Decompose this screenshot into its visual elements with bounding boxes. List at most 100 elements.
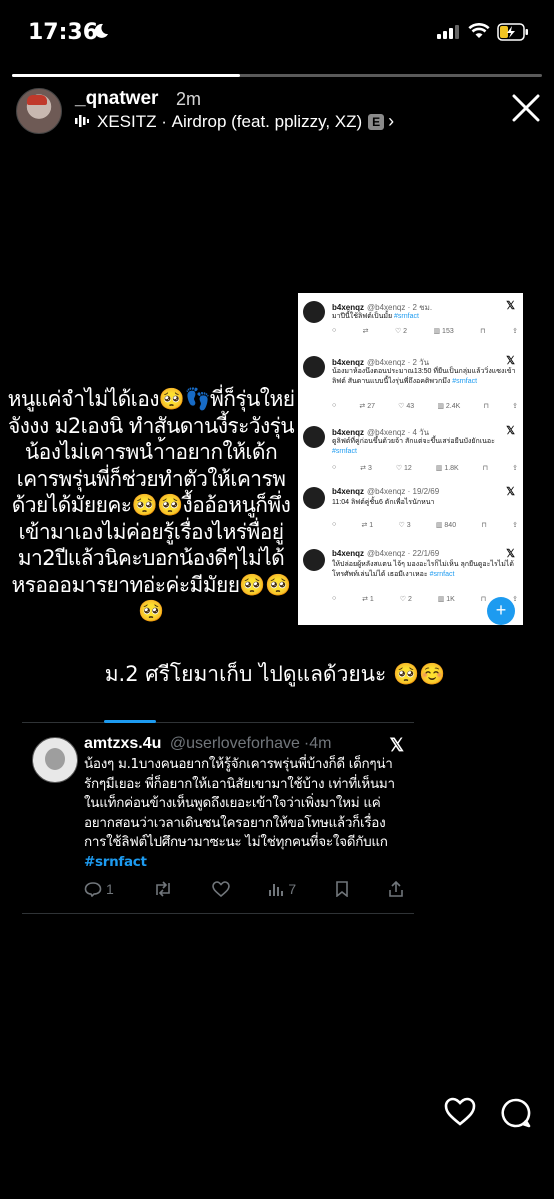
views-stat: ▥ 1.8K (435, 465, 459, 472)
story-time: 2m (176, 89, 202, 109)
story-progress-fill (12, 74, 240, 77)
tweet-avatar (303, 549, 325, 571)
tweet-body: น้องๆ ม.1บางคนอยากให้รู้จักเคารพรุ่นพี่บ… (84, 755, 406, 873)
status-time: 17:36 (28, 20, 99, 45)
x-logo-icon: 𝕏 (506, 425, 515, 437)
story-username[interactable]: _qnatwer (75, 88, 158, 110)
explicit-badge: E (368, 113, 385, 130)
reply-stat: ○ (332, 402, 337, 409)
tweet-actions: 1 7 (84, 879, 404, 899)
music-separator: · (156, 111, 172, 131)
tweet-avatar (303, 356, 325, 378)
tweet-text: มาปีนี้ใช้ลิฟต์เป็นมั้ย #srnfact (332, 313, 419, 320)
reply-count: 1 (106, 881, 114, 897)
tweet-avatar (303, 426, 325, 448)
cellular-signal-icon (437, 25, 459, 44)
heart-icon (211, 881, 230, 897)
views-stat: ▥ 153 (433, 328, 454, 335)
heart-stat: ♡ 3 (398, 522, 411, 529)
reply-stat: ○ (332, 595, 337, 602)
music-attribution[interactable]: XESITZ · Airdrop (feat. pplizzy, XZ) E › (75, 111, 394, 132)
heart-icon (444, 1097, 476, 1126)
heart-stat: ♡ 2 (399, 596, 412, 603)
share-icon (389, 881, 403, 897)
music-bars-icon (75, 112, 89, 132)
reply-stat: ○ (332, 521, 337, 528)
tweet-author-name: amtzxs.4u (84, 735, 162, 752)
screenshot-tweet: b4xenqz @b4xenqz · 19/2/69 𝕏 11:04 ลิฟต์คู่… (298, 483, 523, 545)
heart-stat: ♡ 2 (394, 328, 408, 335)
share-stat: ⇪ (512, 403, 518, 410)
tweet-handle-time: @b4xenqz · 2 ชม. (367, 303, 433, 312)
x-logo-icon: 𝕏 (389, 735, 404, 755)
view-count: 7 (288, 881, 297, 897)
reply-stat: ○ (332, 327, 337, 334)
tweet-actions: ○ ⇄ 3 ♡ 12 ▥ 1.8K ⊓ ⇪ (332, 464, 518, 472)
share-action (388, 881, 404, 897)
tweet-actions: ○ ⇄ 27 ♡ 43 ▥ 2.4K ⊓ ⇪ (332, 402, 518, 410)
reply-story-button[interactable] (500, 1097, 532, 1134)
retweet-stat: ⇄ 1 (362, 596, 374, 603)
bookmark-stat: ⊓ (481, 522, 487, 529)
views-stat: ▥ 2.4K (437, 403, 461, 410)
bookmark-icon (336, 881, 348, 897)
views-icon (269, 884, 284, 896)
tweet-text: น้องมาห้องนึงตอนประมาณ13:50 ที่ยืนเป็นกล… (332, 368, 516, 385)
screenshot-tweet: b4xenqz @b4xenqz · 4 วัน 𝕏 ดูลิฟต์ที่คู่ก่อ… (298, 422, 523, 483)
share-stat: ⇪ (512, 522, 518, 529)
like-story-button[interactable] (444, 1097, 476, 1132)
tweet-hashtag: #srnfact (332, 448, 357, 455)
retweet-stat: ⇄ (362, 328, 369, 335)
tweet-author: b4xenqz @b4xenqz · 22/1/69 (332, 549, 440, 558)
screenshot-tweet: b4xenqz @b4xenqz · 2 ชม. 𝕏 มาปีนี้ใช้ลิฟต์เ… (298, 297, 523, 352)
heart-stat: ♡ 43 (398, 403, 415, 410)
chevron-right-icon: › (388, 111, 395, 131)
bookmark-stat: ⊓ (480, 596, 487, 603)
screenshot-tweet: b4xenqz @b4xenqz · 2 วัน 𝕏 น้องมาห้องนึงตอน… (298, 352, 523, 422)
tweet-hashtag: #srnfact (394, 313, 419, 320)
tweet-hashtag: #srnfact (84, 853, 147, 870)
tweet-author: b4xenqz @b4xenqz · 19/2/69 (332, 487, 440, 496)
tweet-avatar (303, 301, 325, 323)
battery-icon (497, 23, 529, 46)
wifi-icon (468, 23, 490, 44)
bookmark-stat: ⊓ (482, 465, 489, 472)
tweet-text: 11:04 ลิฟต์คู่ชั้น6 ตักเพื่อไรนักหนา (332, 499, 435, 506)
tweet-text: น้องๆ ม.1บางคนอยากให้รู้จักเคารพรุ่นพี่บ… (84, 756, 395, 851)
close-button[interactable] (512, 94, 540, 127)
tweet-avatar (303, 487, 325, 509)
moon-icon (92, 22, 110, 45)
close-icon (512, 94, 540, 122)
bookmark-stat: ⊓ (483, 403, 489, 410)
story-avatar[interactable] (16, 88, 62, 134)
tweet-handle-time: @b4xenqz · 4 วัน (367, 428, 430, 437)
tab-indicator (104, 720, 156, 723)
reply-action: 1 (84, 881, 114, 897)
retweet-icon (155, 881, 170, 897)
retweet-stat: ⇄ 27 (359, 403, 375, 410)
status-bar: 17:36 (0, 0, 554, 62)
like-action (211, 881, 230, 897)
chat-bubble-icon (501, 1098, 531, 1128)
tweet-avatar (32, 737, 78, 783)
tweet-hashtag: #srnfact (452, 378, 478, 385)
retweet-stat: ⇄ 1 (361, 522, 374, 529)
compose-fab-icon: + (487, 597, 515, 625)
x-logo-icon: 𝕏 (506, 548, 515, 560)
tweet-handle: @userloveforhave (169, 735, 300, 752)
views-action: 7 (268, 881, 296, 897)
reply-stat: ○ (332, 464, 337, 471)
music-title: Airdrop (feat. pplizzy, XZ) (171, 111, 363, 131)
story-caption-middle: ม.2 ศรีโยมาเก็บ ไปดูแลด้วยนะ 🥺☺️ (104, 662, 446, 686)
retweet-stat: ⇄ 3 (360, 465, 372, 472)
retweet-action (153, 881, 173, 897)
views-stat: ▥ 840 (435, 522, 457, 529)
tweet-handle-time: @b4xenqz · 2 วัน (367, 358, 430, 367)
tweet-handle-time: @b4xenqz · 19/2/69 (367, 487, 440, 496)
embedded-tweet-screenshot: b4xenqz @b4xenqz · 2 ชม. 𝕏 มาปีนี้ใช้ลิฟต์เ… (298, 293, 523, 625)
story-caption-left: หนูแค่จำไม่ได้เอง🥺👣พี่ก็รุ่นใหย่จังงง ม2… (7, 387, 295, 623)
heart-stat: ♡ 12 (395, 465, 412, 472)
tweet-actions: ○ ⇄ 1 ♡ 3 ▥ 840 ⊓ ⇪ (332, 521, 518, 529)
x-logo-icon: 𝕏 (506, 486, 515, 498)
share-stat: ⇪ (512, 465, 518, 472)
